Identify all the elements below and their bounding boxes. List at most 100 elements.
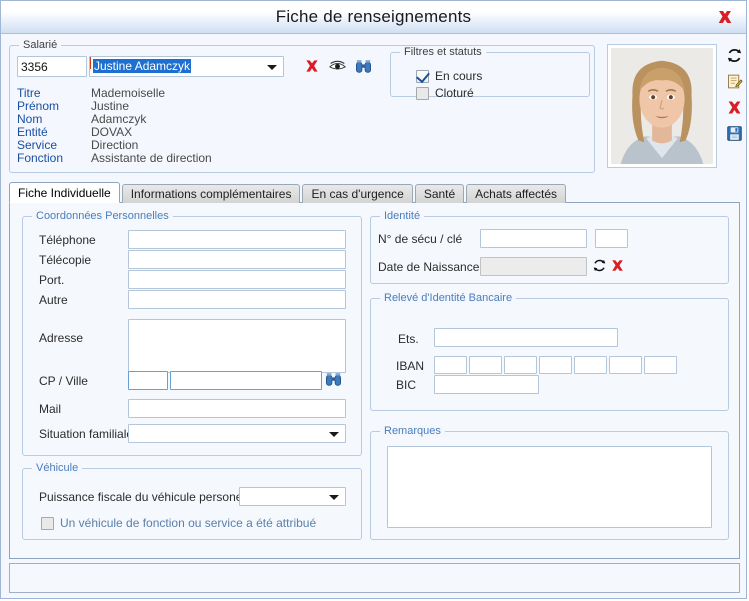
cle-secu-input[interactable] — [595, 229, 628, 248]
employee-actions — [304, 58, 372, 74]
footer-panel — [9, 563, 740, 593]
save-photo-icon[interactable] — [726, 125, 743, 142]
detail-value-prenom: Justine — [91, 99, 130, 113]
chevron-down-icon — [329, 431, 339, 437]
detail-value-entite: DOVAX — [91, 125, 133, 139]
filter-option-cloture[interactable]: Cloturé — [416, 86, 474, 100]
telephone-input[interactable] — [128, 230, 346, 249]
identite-group-legend: Identité — [380, 210, 425, 222]
detail-label-fonction: Fonction — [17, 151, 64, 165]
tab-informations-complementaires[interactable]: Informations complémentaires — [121, 184, 301, 203]
cp-input[interactable] — [128, 371, 168, 390]
vehicule-fonction-row[interactable]: Un véhicule de fonction ou service a été… — [41, 516, 316, 530]
label-telephone: Téléphone — [39, 233, 96, 247]
search-employee-icon[interactable] — [355, 59, 372, 74]
detail-label-service: Service — [17, 138, 58, 152]
label-adresse: Adresse — [39, 331, 84, 345]
puissance-fiscale-select[interactable] — [239, 487, 346, 506]
tab-sante[interactable]: Santé — [414, 184, 465, 203]
detail-value-service: Direction — [91, 138, 139, 152]
iban-segment-4[interactable] — [539, 356, 572, 374]
tab-panel-fiche-individuelle: Coordonnées Personnelles Téléphone Téléc… — [9, 202, 740, 559]
iban-segment-2[interactable] — [469, 356, 502, 374]
refresh-photo-icon[interactable] — [726, 47, 743, 64]
detail-value-nom: Adamczyk — [91, 112, 147, 126]
chevron-down-icon — [329, 494, 339, 500]
rib-group: Relevé d'Identité Bancaire — [370, 292, 729, 411]
fiche-renseignements-window: Fiche de renseignements Salarié Justine … — [0, 0, 747, 599]
iban-segment-7[interactable] — [644, 356, 677, 374]
label-date-naissance: Date de Naissance — [378, 260, 480, 274]
iban-segment-3[interactable] — [504, 356, 537, 374]
checkbox-cloture[interactable] — [416, 86, 429, 100]
employee-photo — [611, 48, 713, 164]
employee-group-legend: Salarié — [19, 39, 62, 51]
tab-strip: Fiche Individuelle Informations compléme… — [9, 182, 568, 203]
detail-label-nom: Nom — [17, 112, 43, 126]
employee-name-value: Justine Adamczyk — [93, 59, 192, 73]
iban-segment-1[interactable] — [434, 356, 467, 374]
filter-label-en-cours: En cours — [435, 69, 483, 83]
window-close-button[interactable] — [712, 5, 738, 29]
label-situation-familiale: Situation familiale — [39, 427, 134, 441]
rib-group-legend: Relevé d'Identité Bancaire — [380, 292, 517, 304]
adresse-textarea[interactable] — [128, 319, 346, 373]
checkbox-en-cours[interactable] — [416, 68, 430, 83]
numero-secu-input[interactable] — [480, 229, 587, 248]
bic-input[interactable] — [434, 375, 539, 394]
detail-label-titre: Titre — [17, 86, 41, 100]
clear-birthdate-icon[interactable] — [610, 258, 625, 273]
window-title: Fiche de renseignements — [275, 7, 472, 26]
refresh-birthdate-icon[interactable] — [592, 258, 607, 273]
port-input[interactable] — [128, 270, 346, 289]
detail-value-fonction: Assistante de direction — [91, 151, 212, 165]
iban-segment-6[interactable] — [609, 356, 642, 374]
label-numero-secu: N° de sécu / clé — [378, 232, 463, 246]
window-titlebar: Fiche de renseignements — [1, 1, 746, 34]
detail-label-entite: Entité — [17, 125, 48, 139]
ets-input[interactable] — [434, 328, 618, 347]
date-naissance-input[interactable] — [480, 257, 587, 276]
mail-input[interactable] — [128, 399, 346, 418]
label-cp-ville: CP / Ville — [39, 374, 88, 388]
checkbox-vehicule-fonction[interactable] — [41, 516, 54, 530]
employee-id-input[interactable] — [17, 56, 87, 77]
remarques-textarea[interactable] — [387, 446, 712, 528]
view-employee-icon[interactable] — [329, 59, 346, 73]
label-puissance-fiscale: Puissance fiscale du véhicule personel — [39, 490, 246, 504]
label-ets: Ets. — [398, 332, 419, 346]
photo-actions — [723, 47, 745, 142]
text-cursor — [90, 57, 91, 69]
situation-familiale-select[interactable] — [128, 424, 346, 443]
close-icon — [718, 11, 732, 23]
telecopie-input[interactable] — [128, 250, 346, 269]
label-bic: BIC — [396, 378, 417, 392]
tab-fiche-individuelle[interactable]: Fiche Individuelle — [9, 182, 120, 203]
label-iban: IBAN — [396, 359, 425, 373]
edit-photo-icon[interactable] — [726, 73, 743, 90]
filter-option-en-cours[interactable]: En cours — [416, 68, 483, 83]
label-port: Port. — [39, 273, 65, 287]
label-telecopie: Télécopie — [39, 253, 92, 267]
iban-segment-5[interactable] — [574, 356, 607, 374]
delete-employee-icon[interactable] — [304, 58, 320, 74]
employee-name-combo[interactable]: Justine Adamczyk — [89, 56, 284, 77]
label-autre: Autre — [39, 293, 68, 307]
autre-input[interactable] — [128, 290, 346, 309]
chevron-down-icon — [267, 64, 277, 70]
filters-group-legend: Filtres et statuts — [400, 46, 486, 58]
filter-label-cloture: Cloturé — [435, 86, 474, 100]
binoculars-icon[interactable] — [325, 372, 342, 387]
coordonnees-group-legend: Coordonnées Personnelles — [32, 210, 173, 222]
label-vehicule-fonction: Un véhicule de fonction ou service a été… — [60, 516, 317, 530]
detail-label-prenom: Prénom — [17, 99, 60, 113]
detail-value-titre: Mademoiselle — [91, 86, 166, 100]
tab-achats-affectes[interactable]: Achats affectés — [466, 184, 566, 203]
portrait-image — [611, 48, 713, 164]
vehicule-group-legend: Véhicule — [32, 462, 83, 474]
label-mail: Mail — [39, 402, 62, 416]
remarques-group-legend: Remarques — [380, 425, 445, 437]
delete-photo-icon[interactable] — [726, 99, 743, 116]
tab-en-cas-urgence[interactable]: En cas d'urgence — [302, 184, 413, 203]
ville-input[interactable] — [170, 371, 322, 390]
